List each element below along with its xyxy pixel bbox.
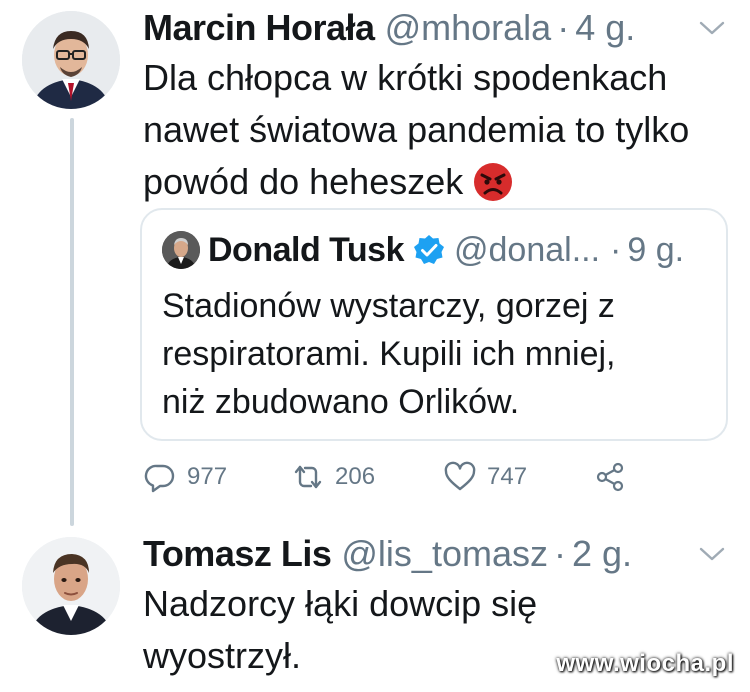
tweet-action-bar: 977 206 747 [143, 460, 643, 500]
quoted-tweet-text: Stadionów wystarczy, gorzej z respirator… [162, 287, 616, 421]
timestamp[interactable]: 2 g. [572, 534, 632, 574]
timestamp[interactable]: 4 g. [575, 8, 635, 48]
chevron-down-icon[interactable] [698, 544, 726, 564]
share-icon [596, 462, 624, 492]
separator-dot: · [610, 231, 622, 269]
quoted-tweet-card[interactable]: Donald Tusk @donal... · 9 g. Stadionów w… [140, 208, 728, 441]
quoted-avatar[interactable] [162, 231, 200, 269]
quoted-display-name[interactable]: Donald Tusk [208, 230, 405, 270]
quoted-timestamp[interactable]: 9 g. [627, 230, 684, 270]
avatar[interactable] [22, 537, 120, 635]
tweet-header: Tomasz Lis @lis_tomasz · 2 g. [143, 534, 632, 574]
avatar-photo-donald-tusk [162, 231, 200, 269]
tweet-text: Dla chłopca w krótki spodenkach nawet św… [143, 52, 689, 208]
quoted-tweet-header: Donald Tusk @donal... · 9 g. [162, 230, 684, 270]
tweet-header: Marcin Horała @mhorala · 4 g. [143, 8, 635, 48]
avatar[interactable] [22, 11, 120, 109]
share-button[interactable] [593, 460, 637, 494]
like-count: 747 [487, 463, 528, 490]
tweet-text: Nadzorcy łąki dowcip się wyostrzył. [143, 583, 538, 676]
angry-face-icon [474, 163, 513, 201]
user-handle[interactable]: @mhorala [385, 8, 552, 48]
user-handle[interactable]: @lis_tomasz [341, 534, 548, 574]
display-name[interactable]: Tomasz Lis [143, 534, 332, 574]
verified-badge-icon [414, 235, 444, 264]
display-name[interactable]: Marcin Horała [143, 8, 375, 48]
avatar-photo-tomasz-lis [22, 537, 120, 635]
separator-dot: · [557, 7, 570, 48]
watermark: www.wiocha.pl [556, 650, 734, 677]
tweet-text-content: Dla chłopca w krótki spodenkach nawet św… [143, 57, 690, 202]
reply-count: 977 [187, 463, 228, 490]
retweet-count: 206 [335, 463, 376, 490]
retweet-button[interactable]: 206 [291, 460, 375, 494]
like-button[interactable]: 747 [443, 460, 527, 494]
reply-icon [144, 464, 175, 493]
quoted-user-handle[interactable]: @donal... [454, 230, 600, 270]
retweet-icon [294, 465, 322, 489]
heart-icon [444, 461, 476, 491]
chevron-down-icon[interactable] [698, 18, 726, 38]
thread-connector-line [70, 118, 74, 526]
avatar-photo-marcin-horala [22, 11, 120, 109]
reply-button[interactable]: 977 [143, 460, 227, 494]
separator-dot: · [554, 533, 566, 574]
